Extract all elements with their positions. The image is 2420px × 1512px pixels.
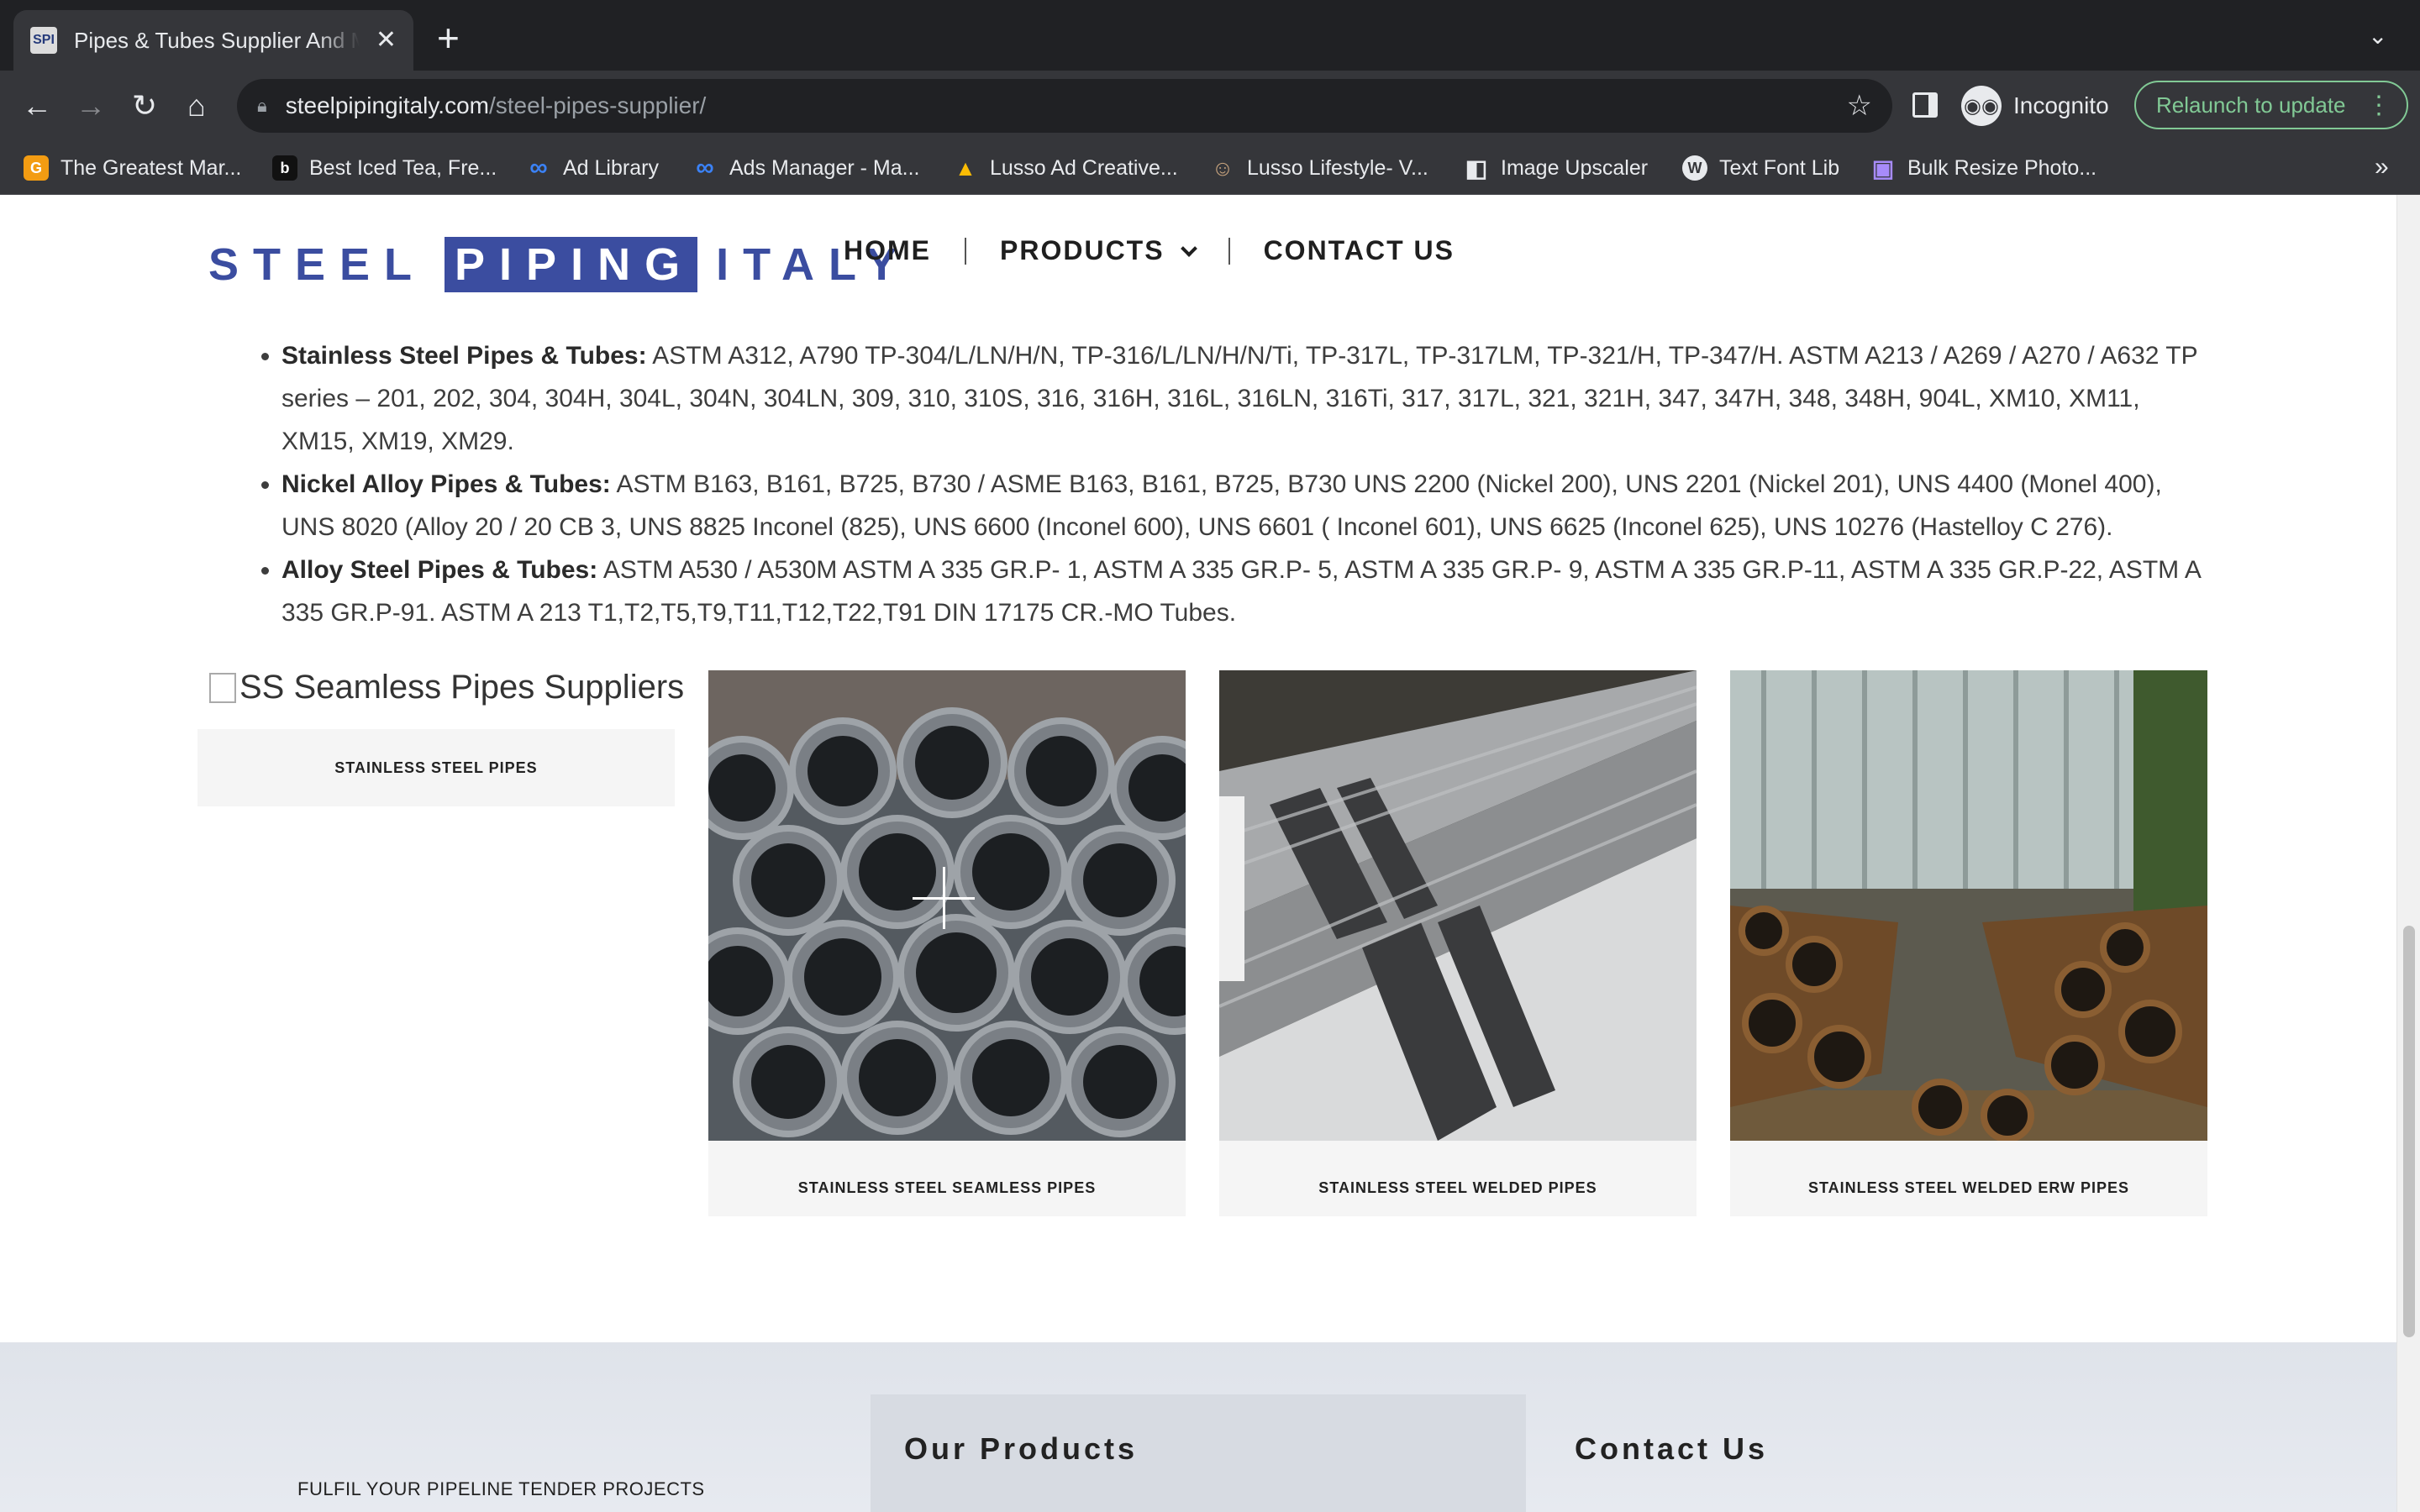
- site-favicon-icon: SPI: [30, 27, 57, 54]
- page-scrollbar[interactable]: [2396, 195, 2420, 1512]
- broken-image-alt: SS Seamless Pipes Suppliers: [239, 669, 685, 706]
- incognito-indicator[interactable]: ◉◉ Incognito: [1961, 82, 2109, 129]
- incognito-icon: ◉◉: [1961, 86, 2002, 126]
- tab-title: Pipes & Tubes Supplier And Manufacturer: [74, 27, 360, 53]
- spec-title: Alloy Steel Pipes & Tubes:: [281, 556, 598, 584]
- site-header: STEEL PIPING ITALY HOME PRODUCTS CONTACT…: [0, 195, 2396, 323]
- relaunch-label: Relaunch to update: [2156, 92, 2346, 118]
- bookmarks-bar: G The Greatest Mar... b Best Iced Tea, F…: [0, 141, 2420, 195]
- scrollbar-thumb[interactable]: [2403, 926, 2415, 1337]
- face-icon: ☺: [1211, 155, 1234, 181]
- new-tab-plus-icon[interactable]: +: [437, 18, 460, 57]
- upscaler-icon: ◧: [1465, 155, 1488, 181]
- bookmark-item[interactable]: ∞ Ads Manager - Ma...: [692, 153, 919, 183]
- product-caption: STAINLESS STEEL PIPES: [334, 759, 538, 776]
- tab-close-icon[interactable]: ✕: [376, 28, 397, 53]
- seamless-pipes-image: [708, 670, 1186, 1141]
- bookmark-item[interactable]: ☺ Lusso Lifestyle- V...: [1210, 153, 1428, 183]
- home-icon[interactable]: ⌂: [175, 84, 218, 128]
- bookmark-label: Image Upscaler: [1501, 155, 1649, 180]
- bookmark-favicon-icon: G: [24, 155, 49, 181]
- bookmark-favicon-icon: b: [272, 155, 297, 181]
- footer-products-heading: Our Products: [904, 1431, 1139, 1466]
- bookmark-item[interactable]: ◧ Image Upscaler: [1464, 153, 1648, 183]
- meta-infinity-icon: ∞: [696, 154, 714, 181]
- nav-products-label: PRODUCTS: [1000, 235, 1165, 265]
- nav-products[interactable]: PRODUCTS: [1000, 235, 1197, 266]
- broken-image-icon: [209, 672, 236, 703]
- spec-title: Nickel Alloy Pipes & Tubes:: [281, 470, 611, 498]
- photos-icon: ▣: [1871, 155, 1895, 181]
- bookmark-label: Lusso Lifestyle- V...: [1247, 155, 1428, 180]
- tab-search-chevron-down-icon[interactable]: ⌄: [2368, 22, 2387, 50]
- product-card-stainless-steel-pipes[interactable]: STAINLESS STEEL PIPES: [197, 729, 675, 806]
- spec-item: Stainless Steel Pipes & Tubes: ASTM A312…: [281, 334, 2214, 463]
- bookmark-label: Text Font Lib: [1719, 155, 1840, 180]
- reload-icon[interactable]: ↻: [123, 84, 166, 128]
- bookmark-item[interactable]: b Best Iced Tea, Fre...: [272, 153, 497, 183]
- bookmark-star-icon[interactable]: ☆: [1847, 89, 1872, 123]
- bookmark-item[interactable]: W Text Font Lib: [1682, 153, 1839, 183]
- page-viewport: STEEL PIPING ITALY HOME PRODUCTS CONTACT…: [0, 195, 2396, 1512]
- product-card-welded-erw-pipes[interactable]: STAINLESS STEEL WELDED ERW PIPES: [1730, 670, 2207, 1216]
- bookmark-item[interactable]: G The Greatest Mar...: [24, 153, 241, 183]
- logo-word-piping: PIPING: [445, 237, 698, 292]
- product-caption: STAINLESS STEEL SEAMLESS PIPES: [797, 1179, 1097, 1196]
- more-bookmarks-chevron-icon[interactable]: »: [2375, 153, 2389, 181]
- nav-home[interactable]: HOME: [844, 235, 931, 266]
- broken-image[interactable]: SS Seamless Pipes Suppliers: [209, 669, 684, 706]
- address-bar[interactable]: 🔒︎ steelpipingitaly.com/steel-pipes-supp…: [237, 79, 1892, 133]
- wordpress-icon: W: [1682, 155, 1707, 181]
- more-vertical-icon[interactable]: ⋮: [2366, 91, 2391, 120]
- chevron-down-icon: [1180, 240, 1197, 257]
- bookmark-label: Lusso Ad Creative...: [990, 155, 1178, 180]
- site-logo[interactable]: STEEL PIPING ITALY: [208, 237, 911, 292]
- main-nav: HOME PRODUCTS CONTACT US: [844, 235, 1455, 266]
- browser-toolbar: ← → ↻ ⌂ 🔒︎ steelpipingitaly.com/steel-pi…: [0, 71, 2420, 141]
- product-caption: STAINLESS STEEL WELDED PIPES: [1318, 1179, 1597, 1196]
- browser-tab[interactable]: SPI Pipes & Tubes Supplier And Manufactu…: [13, 10, 413, 71]
- bookmark-item[interactable]: ▣ Bulk Resize Photo...: [1870, 153, 2096, 183]
- spec-item: Alloy Steel Pipes & Tubes: ASTM A530 / A…: [281, 549, 2214, 634]
- bookmark-label: Ad Library: [563, 155, 659, 180]
- tab-strip: SPI Pipes & Tubes Supplier And Manufactu…: [0, 0, 2420, 71]
- spec-title: Stainless Steel Pipes & Tubes:: [281, 342, 647, 370]
- back-arrow-icon[interactable]: ←: [15, 84, 59, 128]
- nav-divider: [1228, 237, 1230, 265]
- meta-infinity-icon: ∞: [529, 154, 548, 181]
- forward-arrow-icon[interactable]: →: [69, 84, 113, 128]
- product-card-welded-pipes[interactable]: STAINLESS STEEL WELDED PIPES: [1219, 670, 1697, 1216]
- url-text[interactable]: steelpipingitaly.com/steel-pipes-supplie…: [286, 92, 707, 119]
- bookmark-item[interactable]: ∞ Ad Library: [526, 153, 659, 183]
- product-caption: STAINLESS STEEL WELDED ERW PIPES: [1807, 1179, 2130, 1196]
- welded-erw-pipes-image: [1730, 670, 2207, 1141]
- relaunch-to-update-button[interactable]: Relaunch to update ⋮: [2134, 81, 2408, 129]
- footer-tagline-text: FULFIL YOUR PIPELINE TENDER PROJECTS: [297, 1478, 705, 1499]
- spec-list: Stainless Steel Pipes & Tubes: ASTM A312…: [281, 334, 2214, 634]
- bookmark-label: The Greatest Mar...: [60, 155, 242, 180]
- spec-item: Nickel Alloy Pipes & Tubes: ASTM B163, B…: [281, 463, 2214, 549]
- nav-divider: [965, 237, 966, 265]
- bookmark-label: Bulk Resize Photo...: [1907, 155, 2097, 180]
- google-drive-icon: ▲: [955, 155, 976, 181]
- bookmark-label: Ads Manager - Ma...: [729, 155, 920, 180]
- bookmark-label: Best Iced Tea, Fre...: [309, 155, 497, 180]
- lock-icon[interactable]: 🔒︎: [257, 95, 267, 117]
- incognito-label: Incognito: [2013, 92, 2109, 118]
- welded-pipes-image: [1219, 670, 1697, 1141]
- product-card-seamless-pipes[interactable]: STAINLESS STEEL SEAMLESS PIPES: [708, 670, 1186, 1216]
- bookmark-item[interactable]: ▲ Lusso Ad Creative...: [953, 153, 1178, 183]
- footer-contact-heading: Contact Us: [1575, 1431, 1769, 1466]
- logo-word-steel: STEEL: [208, 239, 427, 290]
- crosshair-cursor-icon: [913, 897, 975, 900]
- nav-contact[interactable]: CONTACT US: [1264, 235, 1455, 266]
- side-panel-icon[interactable]: [1912, 92, 1938, 118]
